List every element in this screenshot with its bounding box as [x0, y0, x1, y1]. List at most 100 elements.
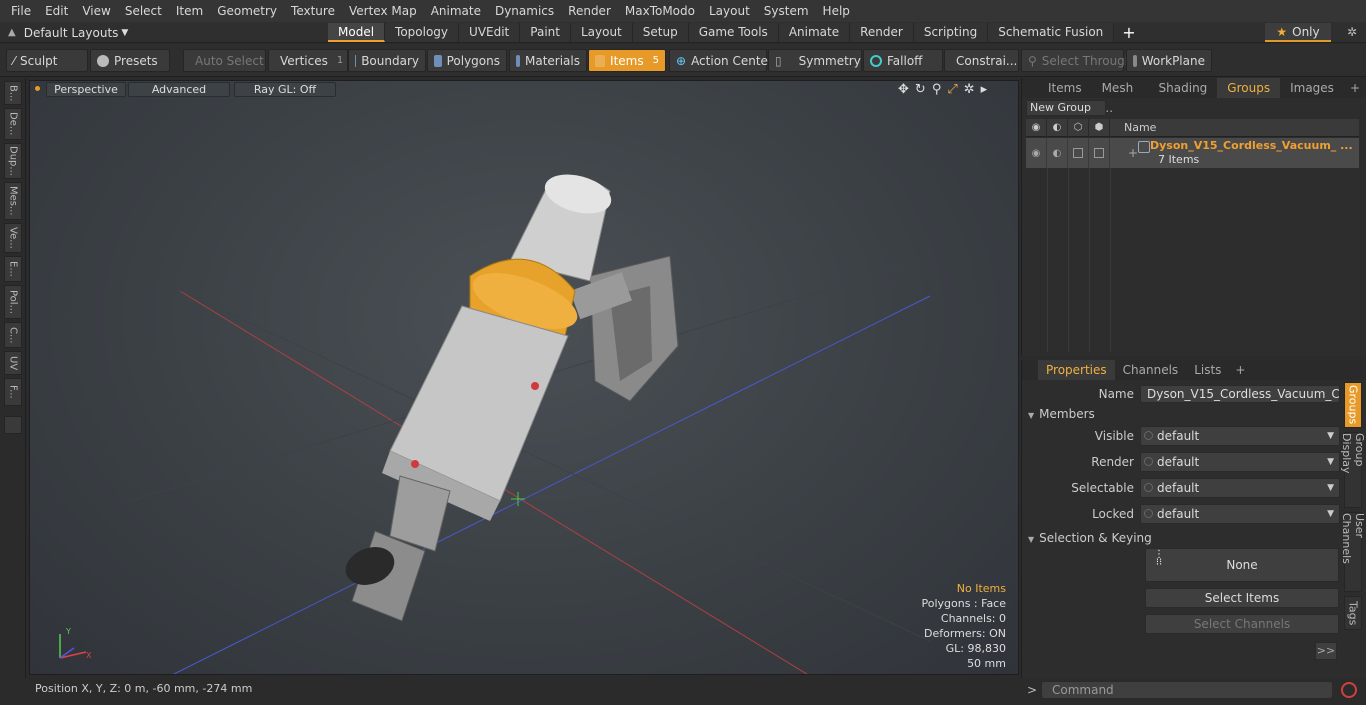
select-through-button[interactable]: ⚲ Select Through — [1021, 49, 1132, 72]
lock-toggle[interactable] — [1089, 138, 1110, 168]
menu-dynamics[interactable]: Dynamics — [488, 0, 561, 22]
action-center-button[interactable]: ⊕ Action Center — [669, 49, 773, 72]
tab-schematic-fusion[interactable]: Schematic Fusion — [988, 23, 1115, 42]
tab-render[interactable]: Render — [850, 23, 914, 42]
left-tab-vertex[interactable]: Ve... — [4, 223, 22, 253]
menu-vertex-map[interactable]: Vertex Map — [342, 0, 424, 22]
move-view-icon[interactable]: ✥ — [898, 82, 909, 97]
tab-uvedit[interactable]: UVEdit — [459, 23, 521, 42]
select-channels-button[interactable]: Select Channels — [1145, 614, 1339, 634]
add-panel-tab-icon[interactable]: + — [1344, 78, 1366, 98]
presets-button[interactable]: Presets — [90, 49, 170, 72]
vtab-groups[interactable]: Groups — [1344, 382, 1362, 428]
vtab-group-display[interactable]: Group Display — [1340, 432, 1366, 508]
vertices-button[interactable]: Vertices 1 — [268, 49, 348, 72]
boundary-button[interactable]: Boundary — [348, 49, 426, 72]
left-tab-polygon[interactable]: Pol... — [4, 285, 22, 319]
new-group-button[interactable]: New Group — [1026, 100, 1106, 116]
viewport-expand-icon[interactable]: ▸ — [981, 82, 988, 97]
add-tab-icon[interactable]: + — [1114, 23, 1143, 42]
menu-file[interactable]: File — [4, 0, 38, 22]
left-tab-edge[interactable]: E... — [4, 256, 22, 282]
select-icon[interactable]: ⬡ — [1068, 118, 1089, 137]
vtab-tags[interactable]: Tags — [1344, 596, 1362, 630]
command-input[interactable]: Command — [1041, 681, 1333, 699]
members-section[interactable]: ▼ Members — [1028, 406, 1340, 422]
left-tab-fusion[interactable]: F... — [4, 378, 22, 406]
only-button[interactable]: ★ Only — [1265, 23, 1331, 42]
left-tab-mesh[interactable]: Mes... — [4, 182, 22, 220]
materials-button[interactable]: Materials — [509, 49, 587, 72]
vtab-user-channels[interactable]: User Channels — [1340, 512, 1366, 592]
tab-channels[interactable]: Channels — [1115, 360, 1187, 380]
menu-layout[interactable]: Layout — [702, 0, 757, 22]
constraints-button[interactable]: Constrai... — [944, 49, 1019, 72]
render-toggle-icon[interactable]: ◐ — [1047, 138, 1068, 168]
tab-animate[interactable]: Animate — [778, 23, 851, 42]
menu-view[interactable]: View — [75, 0, 117, 22]
viewport-menu-dot[interactable] — [35, 86, 40, 91]
zoom-view-icon[interactable]: ⚲ — [932, 82, 942, 97]
group-row[interactable]: ◉ ◐ + Dyson_V15_Cordless_Vacuum_ ... 7 I… — [1026, 138, 1359, 168]
advanced-button[interactable]: Advanced — [128, 82, 230, 97]
tab-scripting[interactable]: Scripting — [913, 23, 989, 42]
tab-layout[interactable]: Layout — [570, 23, 633, 42]
raygl-button[interactable]: Ray GL: Off — [234, 82, 336, 97]
more-button[interactable]: >> — [1315, 642, 1337, 660]
menu-maxtomodo[interactable]: MaxToModo — [618, 0, 702, 22]
tab-paint[interactable]: Paint — [520, 23, 571, 42]
locked-select[interactable]: default ▼ — [1140, 504, 1340, 524]
name-field[interactable]: Dyson_V15_Cordless_Vacuum_Cleaner — [1140, 385, 1340, 403]
keying-none-button[interactable]: ⋮ ⁝⁝ None — [1145, 548, 1339, 582]
selection-keying-section[interactable]: ▼ Selection & Keying — [1028, 530, 1340, 546]
left-tab-extra[interactable] — [4, 416, 22, 434]
falloff-button[interactable]: Falloff — [863, 49, 943, 72]
left-tab-curve[interactable]: C... — [4, 322, 22, 348]
menu-system[interactable]: System — [757, 0, 816, 22]
perspective-button[interactable]: Perspective — [46, 82, 126, 97]
layout-selector[interactable]: ▲ Default Layouts ▼ — [8, 24, 128, 41]
gear-icon[interactable]: ✲ — [1342, 23, 1362, 42]
tab-images[interactable]: Images — [1280, 78, 1344, 98]
polygons-button[interactable]: Polygons — [427, 49, 507, 72]
menu-select[interactable]: Select — [118, 0, 169, 22]
3d-viewport[interactable]: Perspective Advanced Ray GL: Off ✥ ↻ ⚲ ⤢… — [29, 80, 1019, 675]
add-properties-tab-icon[interactable]: + — [1229, 360, 1251, 380]
tab-properties[interactable]: Properties — [1038, 360, 1115, 380]
tab-model[interactable]: Model — [328, 23, 386, 42]
menu-item[interactable]: Item — [169, 0, 210, 22]
auto-select-button[interactable]: Auto Select — [183, 49, 266, 72]
menu-geometry[interactable]: Geometry — [210, 0, 284, 22]
items-button[interactable]: Items 5 — [588, 49, 666, 72]
workplane-button[interactable]: WorkPlane — [1126, 49, 1212, 72]
tab-groups[interactable]: Groups — [1217, 78, 1281, 98]
symmetry-button[interactable]: ▯ Symmetry — [768, 49, 862, 72]
tab-lists[interactable]: Lists — [1186, 360, 1229, 380]
lock-icon[interactable]: ⬢ — [1089, 118, 1110, 137]
select-toggle[interactable] — [1068, 138, 1089, 168]
tab-topology[interactable]: Topology — [385, 23, 460, 42]
render-select[interactable]: default ▼ — [1140, 452, 1340, 472]
fit-view-icon[interactable]: ⤢ — [947, 82, 957, 97]
eye-icon[interactable]: ◉ — [1026, 118, 1047, 137]
render-icon[interactable]: ◐ — [1047, 118, 1068, 137]
left-tab-deform[interactable]: De... — [4, 108, 22, 140]
expand-icon[interactable]: + — [1128, 146, 1138, 160]
tab-mesh[interactable]: Mesh ... — [1092, 78, 1149, 115]
selectable-select[interactable]: default ▼ — [1140, 478, 1340, 498]
rotate-view-icon[interactable]: ↻ — [915, 82, 926, 97]
record-icon[interactable] — [1341, 682, 1357, 698]
tab-items[interactable]: Items — [1038, 78, 1092, 98]
select-items-button[interactable]: Select Items — [1145, 588, 1339, 608]
menu-edit[interactable]: Edit — [38, 0, 75, 22]
menu-texture[interactable]: Texture — [284, 0, 342, 22]
tab-shading[interactable]: Shading — [1149, 78, 1218, 98]
group-title[interactable]: Dyson_V15_Cordless_Vacuum_ ... — [1150, 139, 1353, 152]
tab-game-tools[interactable]: Game Tools — [688, 23, 779, 42]
tab-setup[interactable]: Setup — [632, 23, 689, 42]
visible-select[interactable]: default ▼ — [1140, 426, 1340, 446]
left-tab-duplicate[interactable]: Dup... — [4, 143, 22, 179]
left-tab-uv[interactable]: UV — [4, 351, 22, 375]
menu-render[interactable]: Render — [561, 0, 618, 22]
left-tab-basic[interactable]: B... — [4, 81, 22, 105]
